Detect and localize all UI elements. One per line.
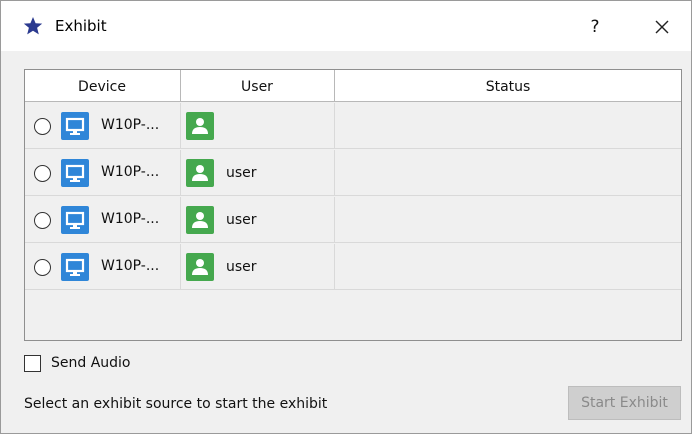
user-cell: [180, 103, 333, 149]
status-cell: [334, 103, 681, 149]
title-bar: Exhibit ?: [1, 1, 691, 51]
table-row[interactable]: W10P-... user: [25, 150, 681, 196]
column-header-user[interactable]: User: [180, 70, 333, 102]
device-cell: W10P-...: [25, 150, 179, 196]
device-name: W10P-...: [101, 211, 160, 227]
table-row[interactable]: W10P-... user: [25, 197, 681, 243]
device-name: W10P-...: [101, 258, 160, 274]
user-cell: user: [180, 150, 333, 196]
instruction-text: Select an exhibit source to start the ex…: [24, 396, 328, 412]
column-header-device[interactable]: Device: [25, 70, 179, 102]
device-name: W10P-...: [101, 164, 160, 180]
help-button[interactable]: ?: [581, 13, 609, 41]
device-name: W10P-...: [101, 117, 160, 133]
select-radio[interactable]: [34, 118, 51, 135]
device-table: Device User Status W10P-... W10P-... use…: [24, 69, 682, 341]
person-icon: [186, 159, 214, 187]
user-cell: user: [180, 244, 333, 290]
user-name: user: [226, 259, 257, 275]
person-icon: [186, 253, 214, 281]
send-audio-label[interactable]: Send Audio: [51, 355, 131, 371]
person-icon: [186, 206, 214, 234]
status-cell: [334, 197, 681, 243]
user-name: user: [226, 212, 257, 228]
send-audio-checkbox[interactable]: [24, 355, 41, 372]
user-cell: user: [180, 197, 333, 243]
column-header-status[interactable]: Status: [334, 70, 681, 102]
select-radio[interactable]: [34, 165, 51, 182]
select-radio[interactable]: [34, 259, 51, 276]
close-icon[interactable]: [647, 13, 677, 41]
table-header: Device User Status: [25, 70, 681, 102]
user-name: user: [226, 165, 257, 181]
device-cell: W10P-...: [25, 103, 179, 149]
monitor-icon: [61, 206, 89, 234]
monitor-icon: [61, 159, 89, 187]
device-cell: W10P-...: [25, 244, 179, 290]
start-exhibit-button[interactable]: Start Exhibit: [568, 386, 681, 420]
star-icon: [23, 17, 43, 35]
person-icon: [186, 112, 214, 140]
table-row[interactable]: W10P-... user: [25, 244, 681, 290]
status-cell: [334, 150, 681, 196]
table-row[interactable]: W10P-...: [25, 103, 681, 149]
select-radio[interactable]: [34, 212, 51, 229]
exhibit-dialog: Exhibit ? Device User Status W10P-... W1…: [0, 0, 692, 434]
monitor-icon: [61, 253, 89, 281]
device-cell: W10P-...: [25, 197, 179, 243]
monitor-icon: [61, 112, 89, 140]
status-cell: [334, 244, 681, 290]
window-title: Exhibit: [55, 17, 107, 35]
